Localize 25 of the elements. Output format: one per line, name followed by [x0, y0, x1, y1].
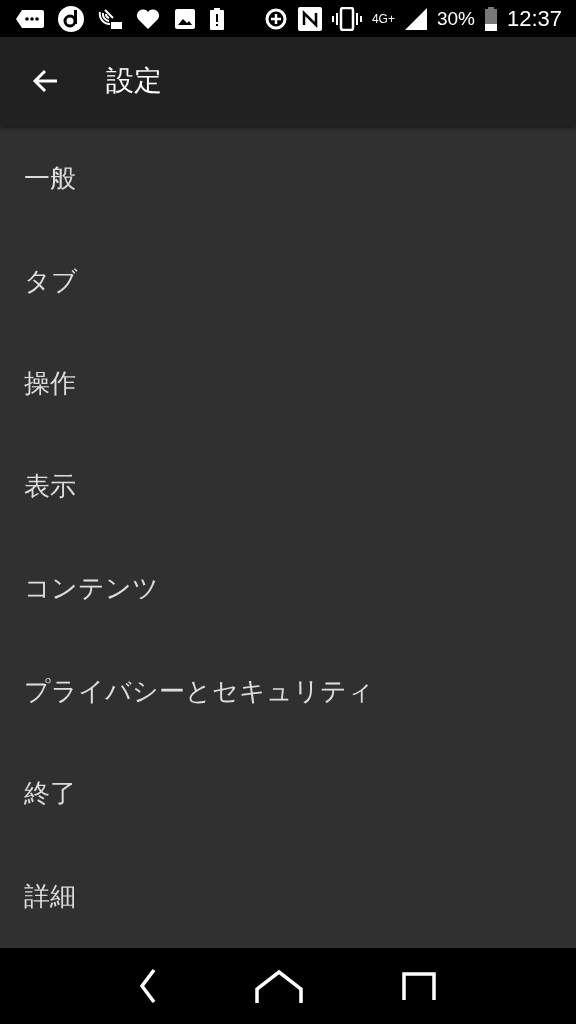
battery-alert-icon	[210, 7, 224, 30]
battery-icon	[484, 6, 497, 31]
settings-item[interactable]: 一般	[24, 161, 76, 197]
signal-icon	[404, 7, 427, 30]
heart-icon	[136, 7, 160, 30]
settings-item[interactable]: 操作	[24, 366, 76, 402]
nfc-icon	[297, 6, 322, 31]
settings-item[interactable]: 表示	[24, 468, 76, 504]
app-logo-icon	[58, 5, 84, 32]
settings-item[interactable]: タブ	[24, 263, 78, 299]
battery-percent: 30%	[436, 7, 475, 30]
settings-item[interactable]: プライバシーとセキュリティ	[24, 673, 374, 709]
clock: 12:37	[506, 5, 562, 32]
back-button[interactable]	[139, 967, 156, 1004]
vibrate-icon	[331, 6, 362, 31]
settings-item[interactable]: コンテンツ	[24, 571, 159, 607]
wireless-ok-icon	[98, 7, 122, 30]
settings-item[interactable]: 詳細	[24, 878, 76, 914]
page-title: 設定	[106, 63, 162, 100]
home-button[interactable]	[255, 968, 303, 1003]
settings-item[interactable]: 終了	[24, 776, 76, 812]
recent-apps-button[interactable]	[402, 971, 437, 1000]
network-type: 4G+	[371, 11, 395, 26]
image-icon	[174, 7, 196, 30]
data-saver-icon	[263, 6, 288, 31]
